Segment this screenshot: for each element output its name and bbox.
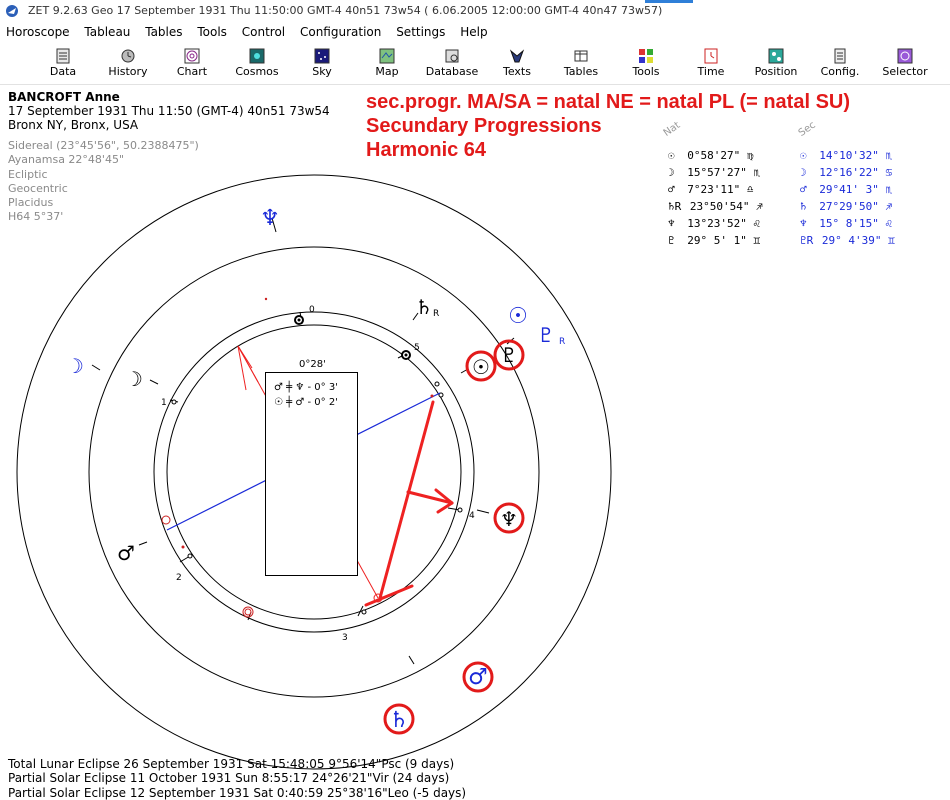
sec-pluto-glyph: ♇ bbox=[537, 323, 555, 347]
secondary-row[interactable]: ☽ 12°16'22" ♋ bbox=[800, 165, 892, 180]
house-number-1: 1 bbox=[161, 398, 167, 408]
sec-neptune-glyph: ♆ bbox=[260, 206, 280, 231]
natal-mars-glyph: ♂ bbox=[117, 541, 135, 565]
natal-row[interactable]: ♇ 29° 5' 1" ♊ bbox=[668, 233, 760, 248]
aspect-popup[interactable]: ♂ ╪ ♆ - 0° 3' ☉ ╪ ♂ - 0° 2' bbox=[265, 372, 358, 576]
midpoint-arrow bbox=[364, 400, 454, 607]
secondary-row[interactable]: ♆ 15° 8'15" ♌ bbox=[800, 216, 892, 231]
eclipse-item[interactable]: Partial Solar Eclipse 12 September 1931 … bbox=[8, 786, 466, 800]
natal-saturn-retro: R bbox=[433, 309, 439, 319]
secondary-row[interactable]: ♄ 27°29'50" ♐ bbox=[800, 199, 892, 214]
natal-saturn-glyph: ♄ bbox=[415, 295, 433, 319]
sec-pluto-retro: R bbox=[559, 337, 565, 347]
house-number-0: 0 bbox=[309, 305, 315, 315]
highlight-small-1 bbox=[161, 515, 171, 525]
secondary-row[interactable]: ☉ 14°10'32" ♏ bbox=[800, 148, 892, 163]
eclipse-item[interactable]: Partial Solar Eclipse 11 October 1931 Su… bbox=[8, 771, 466, 785]
person-datetime: 17 September 1931 Thu 11:50 (GMT-4) 40n5… bbox=[8, 104, 330, 118]
headline-line-2: Secundary Progressions bbox=[366, 115, 602, 137]
chart-settings: Sidereal (23°45'56", 50.2388475") Ayanam… bbox=[8, 139, 199, 225]
popup-line: ☉ ╪ ♂ - 0° 2' bbox=[274, 397, 338, 408]
sec-moon-glyph: ☽ bbox=[66, 354, 84, 378]
natal-row[interactable]: ♆ 13°23'52" ♌ bbox=[668, 216, 760, 231]
setting-geocentric: Geocentric bbox=[8, 181, 68, 195]
person-name: BANCROFT Anne bbox=[8, 90, 120, 104]
sec-sun-glyph: ☉ bbox=[508, 304, 528, 329]
eclipse-list: Total Lunar Eclipse 26 September 1931 Sa… bbox=[8, 757, 466, 800]
natal-moon-glyph: ☽ bbox=[125, 367, 143, 391]
setting-harmonic: H64 5°37' bbox=[8, 210, 64, 224]
natal-neptune-glyph: ♆ bbox=[500, 507, 518, 531]
popup-orb: 0°28' bbox=[299, 359, 326, 370]
natal-row[interactable]: ♄R 23°50'54" ♐ bbox=[668, 199, 763, 214]
house-number-5: 5 bbox=[414, 343, 420, 353]
sec-mars-glyph: ♂ bbox=[468, 665, 488, 690]
setting-ecliptic: Ecliptic bbox=[8, 167, 48, 181]
setting-sidereal: Sidereal (23°45'56", 50.2388475") bbox=[8, 139, 199, 152]
person-place: Bronx NY, Bronx, USA bbox=[8, 118, 139, 132]
setting-ayanamsa: Ayanamsa 22°48'45" bbox=[8, 153, 124, 167]
natal-row[interactable]: ☽ 15°57'27" ♏ bbox=[668, 165, 760, 180]
house-number-3: 3 bbox=[342, 633, 348, 643]
horoscope-info: BANCROFT Anne 17 September 1931 Thu 11:5… bbox=[8, 90, 330, 132]
setting-houses: Placidus bbox=[8, 196, 54, 210]
headline-line-1: sec.progr. MA/SA = natal NE = natal PL (… bbox=[366, 91, 851, 113]
headline-line-3: Harmonic 64 bbox=[366, 139, 487, 161]
house-number-4: 4 bbox=[469, 511, 475, 521]
house-number-2: 2 bbox=[176, 573, 182, 583]
natal-row[interactable]: ☉ 0°58'27" ♍ bbox=[668, 148, 753, 163]
angle-nodes bbox=[294, 315, 411, 360]
highlight-rings bbox=[383, 339, 525, 735]
headline: sec.progr. MA/SA = natal NE = natal PL (… bbox=[366, 90, 850, 162]
popup-line: ♂ ╪ ♆ - 0° 3' bbox=[274, 382, 338, 393]
eclipse-item[interactable]: Total Lunar Eclipse 26 September 1931 Sa… bbox=[8, 757, 466, 771]
secondary-row[interactable]: ♇R 29° 4'39" ♊ bbox=[800, 233, 895, 248]
natal-row[interactable]: ♂ 7°23'11" ♎ bbox=[668, 182, 753, 197]
natal-pluto-glyph: ♇ bbox=[500, 343, 518, 367]
sec-saturn-glyph: ♄ bbox=[389, 708, 409, 733]
natal-sun-glyph: ☉ bbox=[472, 355, 490, 379]
secondary-row[interactable]: ♂ 29°41' 3" ♏ bbox=[800, 182, 892, 197]
